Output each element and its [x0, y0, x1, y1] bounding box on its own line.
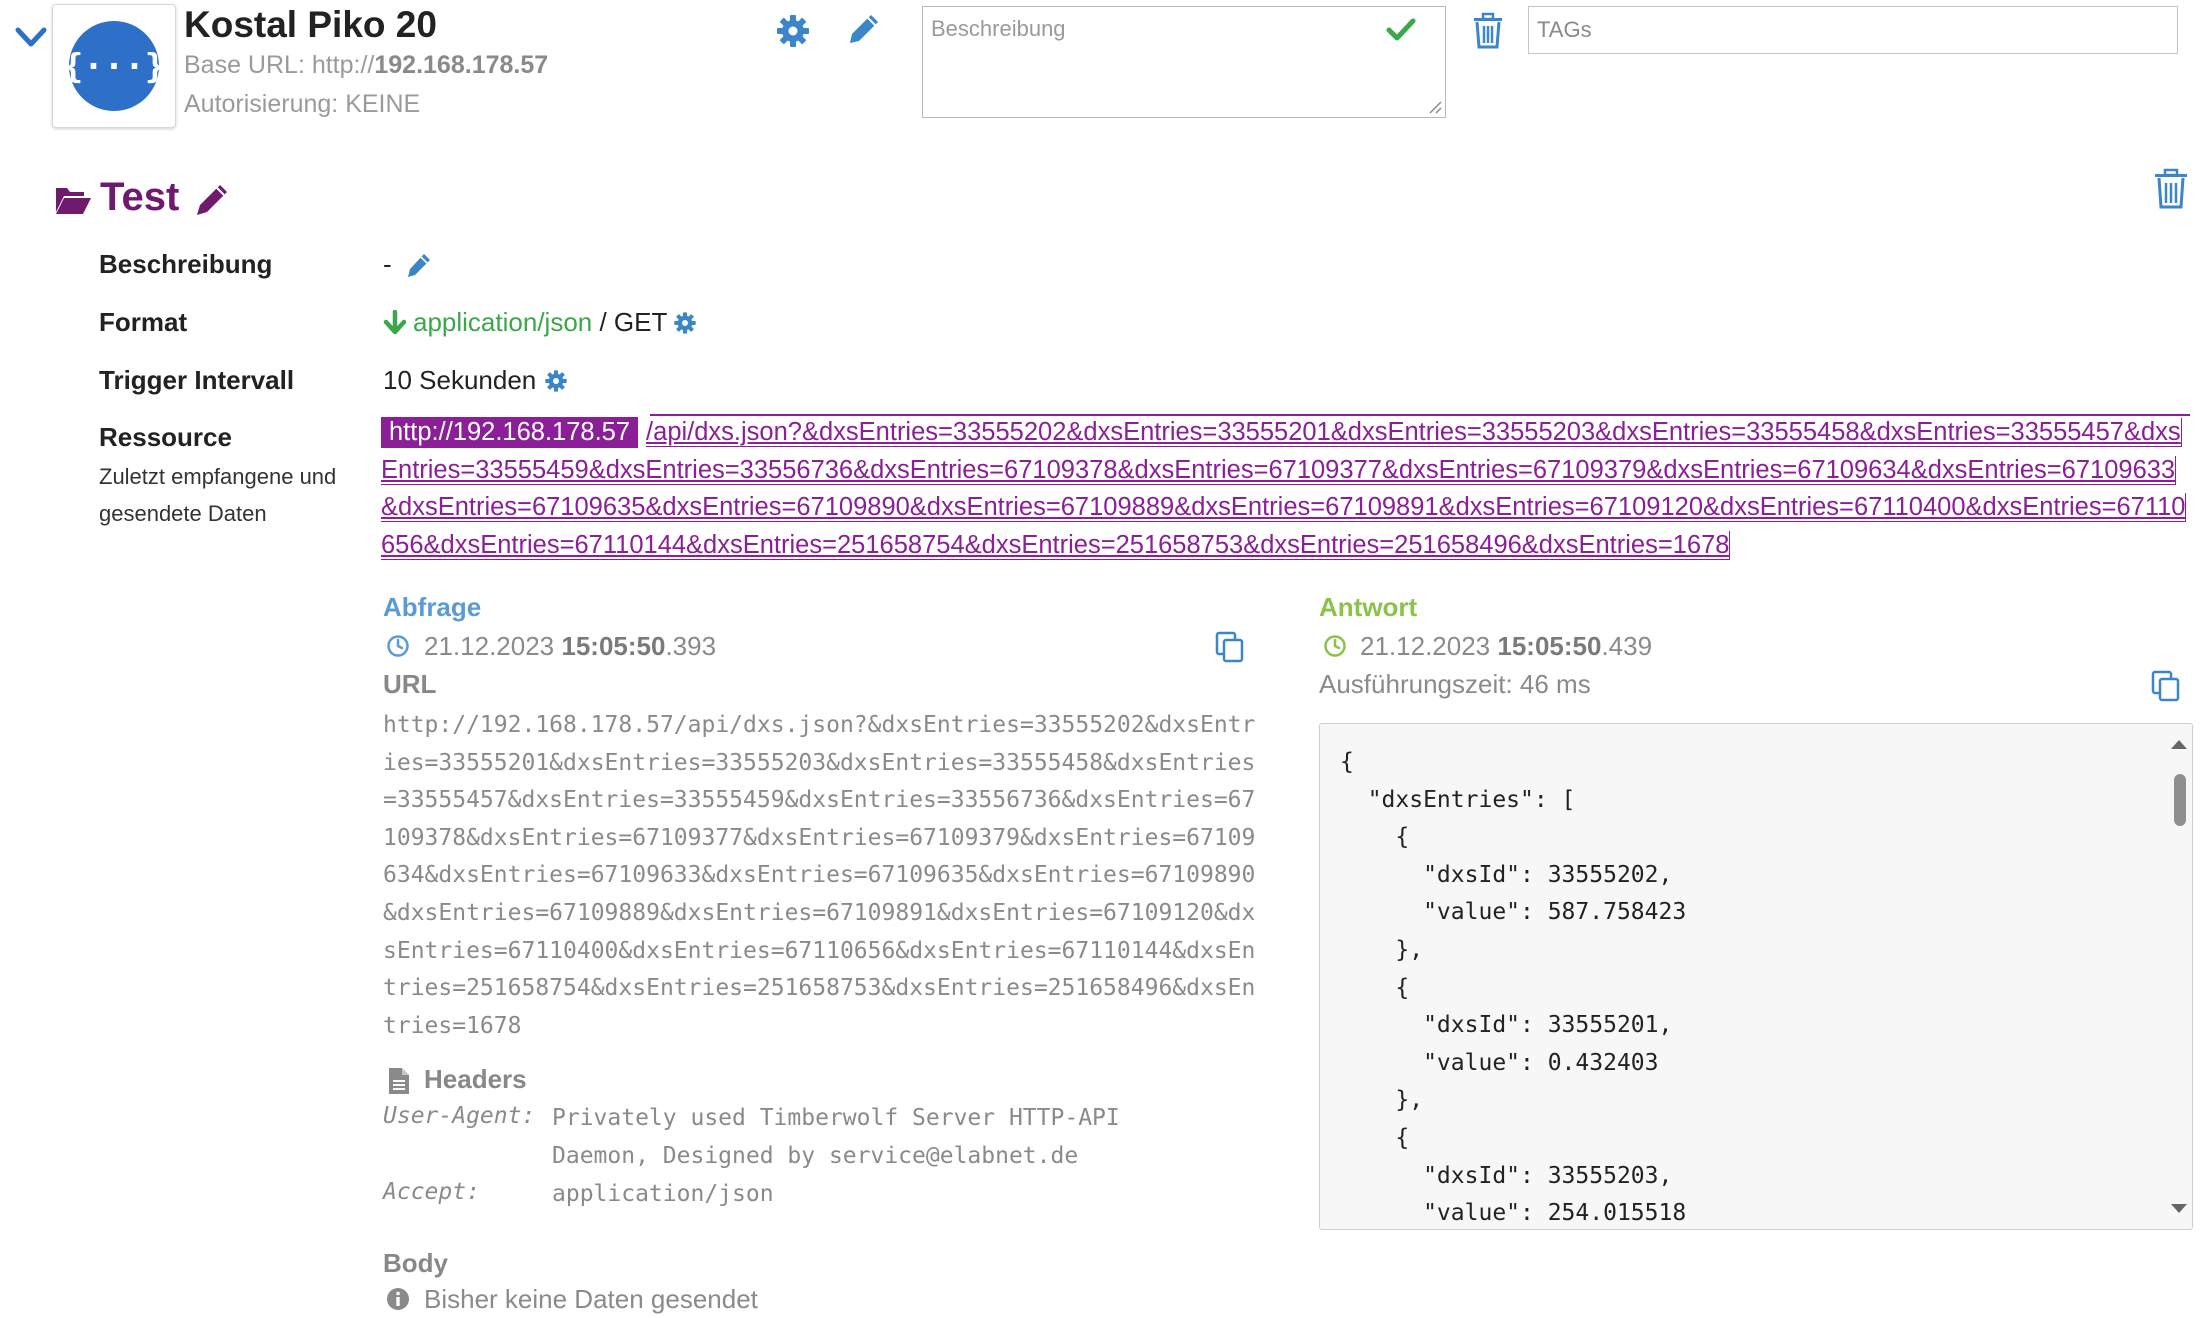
file-icon	[387, 1066, 411, 1096]
info-icon	[386, 1287, 410, 1311]
description-save-check-icon[interactable]	[1386, 14, 1416, 44]
request-timestamp: 21.12.2023 15:05:50.393	[424, 631, 716, 662]
base-url-prefix: Base URL: http://	[184, 51, 375, 79]
response-json-content: { "dxsEntries": [ { "dxsId": 33555202, "…	[1340, 749, 1687, 1227]
arrow-down-icon	[383, 309, 407, 336]
resource-url-path[interactable]: /api/dxs.json?&dxsEntries=33555202&dxsEn…	[381, 418, 2187, 560]
base-url: Base URL: http://192.168.178.57	[184, 51, 548, 80]
clock-icon	[386, 634, 410, 658]
request-time: 15:05:50	[561, 631, 666, 661]
header-key-user-agent: User-Agent:	[383, 1103, 536, 1129]
ressource-subtitle-line-2: gesendete Daten	[99, 501, 267, 526]
format-method: / GET	[592, 307, 668, 337]
resource-url-host[interactable]: http://192.168.178.57	[381, 417, 639, 448]
request-url-text: http://192.168.178.57/api/dxs.json?&dxsE…	[383, 712, 1256, 1039]
beschreibung-text: -	[383, 249, 392, 279]
api-settings-gear-icon[interactable]	[775, 13, 811, 49]
svg-text:{···}: {···}	[68, 47, 160, 87]
folder-open-icon	[54, 184, 92, 216]
trigger-interval-text: 10 Sekunden	[383, 365, 537, 395]
api-delete-trash-icon[interactable]	[1472, 12, 1504, 50]
clock-icon	[1323, 634, 1347, 658]
format-value: application/json / GET	[383, 307, 697, 338]
response-copy-icon[interactable]	[2151, 670, 2181, 702]
endpoint-delete-trash-icon[interactable]	[2153, 168, 2189, 210]
header-value-user-agent: Privately used Timberwolf Server HTTP-AP…	[552, 1105, 1120, 1169]
header-key-accept: Accept:	[383, 1179, 480, 1205]
ressource-subtitle-line-1: Zuletzt empfangene und	[99, 464, 337, 489]
label-trigger-intervall: Trigger Intervall	[99, 365, 295, 395]
label-ressource: Ressource	[99, 422, 232, 452]
resource-url-link[interactable]: http://192.168.178.57/api/dxs.json?&dxsE…	[381, 414, 2189, 564]
beschreibung-edit-pencil-icon[interactable]	[406, 252, 432, 278]
endpoint-title: Test	[100, 175, 180, 219]
scroll-down-arrow-icon[interactable]	[2170, 1203, 2188, 1215]
request-copy-icon[interactable]	[1215, 631, 1245, 663]
tags-input[interactable]	[1528, 6, 2178, 54]
response-duration: Ausführungszeit: 46 ms	[1319, 669, 1591, 699]
label-beschreibung: Beschreibung	[99, 249, 273, 279]
request-body-empty-text: Bisher keine Daten gesendet	[424, 1284, 758, 1314]
format-settings-gear-icon[interactable]	[673, 311, 697, 335]
json-scrollbar[interactable]	[2166, 724, 2192, 1229]
request-heading: Abfrage	[383, 592, 482, 622]
auth-info: Autorisierung: KEINE	[184, 90, 421, 118]
textarea-resize-handle[interactable]	[1426, 98, 1442, 114]
trigger-value: 10 Sekunden	[383, 365, 568, 396]
request-url-heading: URL	[383, 669, 437, 699]
response-date: 21.12.2023	[1360, 631, 1498, 661]
label-format: Format	[99, 307, 188, 337]
api-logo: {···}	[52, 4, 176, 128]
request-date: 21.12.2023	[424, 631, 562, 661]
response-heading: Antwort	[1319, 592, 1418, 622]
api-title: Kostal Piko 20	[184, 4, 437, 45]
response-timestamp: 21.12.2023 15:05:50.439	[1360, 631, 1652, 662]
endpoint-edit-pencil-icon[interactable]	[193, 181, 231, 219]
description-textarea[interactable]	[922, 6, 1446, 118]
api-edit-pencil-icon[interactable]	[846, 11, 882, 47]
scrollbar-thumb[interactable]	[2174, 774, 2186, 826]
curly-braces-icon: {···}	[68, 20, 160, 112]
response-time: 15:05:50	[1497, 631, 1602, 661]
collapse-chevron-icon[interactable]	[14, 22, 48, 52]
request-headers-heading: Headers	[424, 1064, 527, 1094]
scroll-up-arrow-icon[interactable]	[2170, 738, 2188, 750]
request-body-heading: Body	[383, 1248, 448, 1278]
request-ms: .393	[665, 631, 717, 661]
beschreibung-value: -	[383, 249, 432, 280]
header-value-accept: application/json	[552, 1181, 774, 1207]
trigger-settings-gear-icon[interactable]	[544, 369, 568, 393]
base-url-host: 192.168.178.57	[374, 51, 549, 79]
response-json-viewer[interactable]: { "dxsEntries": [ { "dxsId": 33555202, "…	[1319, 723, 2193, 1230]
format-mime-link[interactable]: application/json	[413, 307, 592, 338]
response-ms: .439	[1601, 631, 1653, 661]
